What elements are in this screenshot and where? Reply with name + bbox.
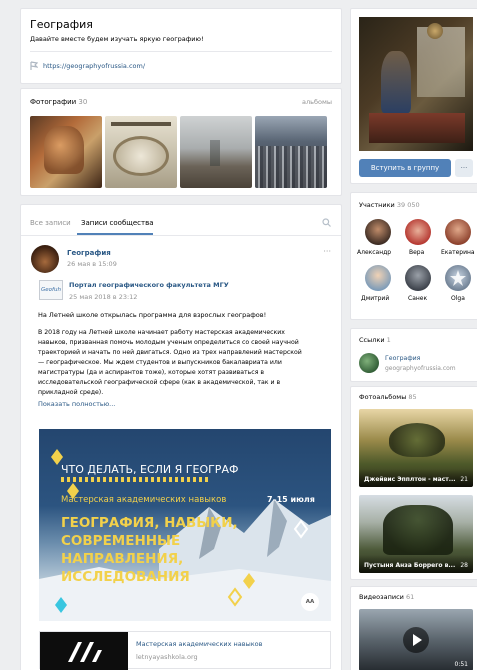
join-group-button[interactable]: Вступить в группу	[359, 159, 451, 177]
link-url[interactable]: letnyayashkola.org	[136, 653, 198, 661]
post-banner-image[interactable]: ЧТО ДЕЛАТЬ, ЕСЛИ Я ГЕОГРАФ Мастерская ак…	[39, 429, 331, 621]
repost-date[interactable]: 25 мая 2018 в 23:12	[69, 293, 137, 301]
group-cover-image[interactable]	[359, 17, 473, 151]
wall-block: Все записи Записи сообщества География 2…	[20, 204, 342, 670]
banner-line: ИССЛЕДОВАНИЯ	[61, 569, 190, 585]
photos-label: Фотографии	[30, 98, 77, 106]
post-text-line: навыков, призванная помочь молодым учены…	[38, 339, 299, 346]
group-name: География	[30, 18, 93, 31]
banner-line: Мастерская академических навыков	[61, 495, 227, 505]
post-text-line: прикладной среде).	[38, 389, 104, 396]
repost-logo[interactable]: Geofuh	[39, 280, 63, 300]
album-count: 21	[460, 476, 468, 483]
link-url[interactable]: geographyofrussia.com	[385, 365, 456, 372]
cover-block: Вступить в группу ···	[350, 8, 477, 184]
play-icon[interactable]	[403, 627, 429, 653]
member-avatar[interactable]	[405, 265, 431, 291]
videos-block: Видеозаписи 61 0:51	[350, 586, 477, 670]
letnyaya-shkola-logo	[68, 642, 102, 662]
album-title: Пустыня Анза Боррего в...	[364, 562, 456, 569]
links-label: Ссылки	[359, 336, 385, 344]
member-avatar[interactable]	[365, 265, 391, 291]
albums-count: 85	[408, 393, 417, 401]
site-link[interactable]: https://geographyofrussia.com/	[43, 62, 145, 70]
albums-block: Фотоальбомы 85 Джейвис Эпплтон - маст...…	[350, 386, 477, 580]
member-name[interactable]: Екатерина	[441, 249, 475, 256]
album-cover[interactable]: Джейвис Эпплтон - маст... 21	[359, 409, 473, 487]
photos-count: 30	[78, 98, 88, 106]
star-icon	[450, 270, 466, 286]
videos-count: 61	[405, 593, 415, 601]
member-name[interactable]: Александр	[357, 249, 391, 256]
member-avatar[interactable]	[445, 265, 471, 291]
search-icon[interactable]	[322, 218, 331, 227]
links-title[interactable]: Ссылки 1	[359, 336, 391, 344]
videos-label: Видеозаписи	[359, 593, 404, 601]
link-logo	[40, 632, 128, 670]
photos-title[interactable]: Фотографии 30	[30, 98, 87, 106]
post-date[interactable]: 26 мая в 15:09	[67, 260, 117, 268]
member-name[interactable]: Вера	[409, 249, 424, 256]
show-more-link[interactable]: Показать полностью...	[38, 400, 115, 408]
repost-author[interactable]: Портал географического факультета МГУ	[69, 281, 229, 289]
wavy-divider	[61, 477, 211, 482]
albums-link[interactable]: альбомы	[302, 98, 332, 106]
banner-dates: 7–15 июля	[267, 495, 315, 504]
group-status: Давайте вместе будем изучать яркую геогр…	[30, 35, 204, 43]
album-title: Джейвис Эпплтон - маст...	[364, 476, 456, 483]
members-title[interactable]: Участники 39 050	[359, 201, 420, 209]
post-author[interactable]: География	[67, 249, 111, 257]
members-block: Участники 39 050 Александр Вера Екатерин…	[350, 192, 477, 320]
albums-label: Фотоальбомы	[359, 393, 407, 401]
banner-line: НАПРАВЛЕНИЯ,	[61, 551, 184, 567]
flag-icon	[30, 61, 38, 70]
album-count: 28	[460, 562, 468, 569]
members-count: 39 050	[396, 201, 420, 209]
more-actions-button[interactable]: ···	[455, 159, 473, 177]
links-block: Ссылки 1 География geographyofrussia.com	[350, 328, 477, 382]
post-text-line: магистратуры (да и аспирантов тоже), кот…	[38, 369, 265, 376]
links-count: 1	[386, 336, 391, 344]
member-avatar[interactable]	[405, 219, 431, 245]
member-name[interactable]: Дмитрий	[361, 295, 389, 302]
members-label: Участники	[359, 201, 395, 209]
photo-thumb[interactable]	[255, 116, 327, 188]
post-text-line: На Летней школе открылась программа для …	[38, 311, 267, 319]
group-header: География Давайте вместе будем изучать я…	[20, 8, 342, 84]
post-text-line: исследовательской географической сфере (…	[38, 379, 281, 386]
member-avatar[interactable]	[445, 219, 471, 245]
album-cover[interactable]: Пустыня Анза Боррего в... 28	[359, 495, 473, 573]
attached-link[interactable]: Мастерская академических навыков letnyay…	[39, 631, 331, 670]
photos-block: Фотографии 30 альбомы	[20, 88, 342, 196]
photo-thumb[interactable]	[105, 116, 177, 188]
link-title[interactable]: Мастерская академических навыков	[136, 640, 262, 648]
link-avatar[interactable]	[359, 353, 379, 373]
author-avatar[interactable]	[31, 245, 59, 273]
video-duration: 0:51	[454, 661, 468, 668]
banner-corner-logo: AA	[301, 593, 319, 611]
member-name[interactable]: Санек	[408, 295, 427, 302]
post-menu-icon[interactable]: ···	[323, 247, 331, 256]
video-thumb[interactable]: 0:51	[359, 609, 473, 670]
member-name[interactable]: Olga	[451, 295, 465, 302]
banner-line: ЧТО ДЕЛАТЬ, ЕСЛИ Я ГЕОГРАФ	[61, 463, 239, 476]
tab-community-posts[interactable]: Записи сообщества	[81, 219, 154, 227]
post-text-line: В 2018 году на Летней школе начинает раб…	[38, 329, 285, 336]
post-text-line: траекторией и начать по ней двигаться. О…	[38, 349, 302, 356]
photo-thumb[interactable]	[30, 116, 102, 188]
post-text-line: — географическое. Мы ждем студентов и вы…	[38, 359, 282, 366]
tab-all-posts[interactable]: Все записи	[30, 219, 71, 227]
photo-thumb[interactable]	[180, 116, 252, 188]
link-title[interactable]: География	[385, 355, 420, 362]
banner-line: ГЕОГРАФИЯ, НАВЫКИ,	[61, 515, 238, 531]
banner-line: СОВРЕМЕННЫЕ	[61, 533, 181, 549]
member-avatar[interactable]	[365, 219, 391, 245]
videos-title[interactable]: Видеозаписи 61	[359, 593, 414, 601]
albums-title[interactable]: Фотоальбомы 85	[359, 393, 417, 401]
